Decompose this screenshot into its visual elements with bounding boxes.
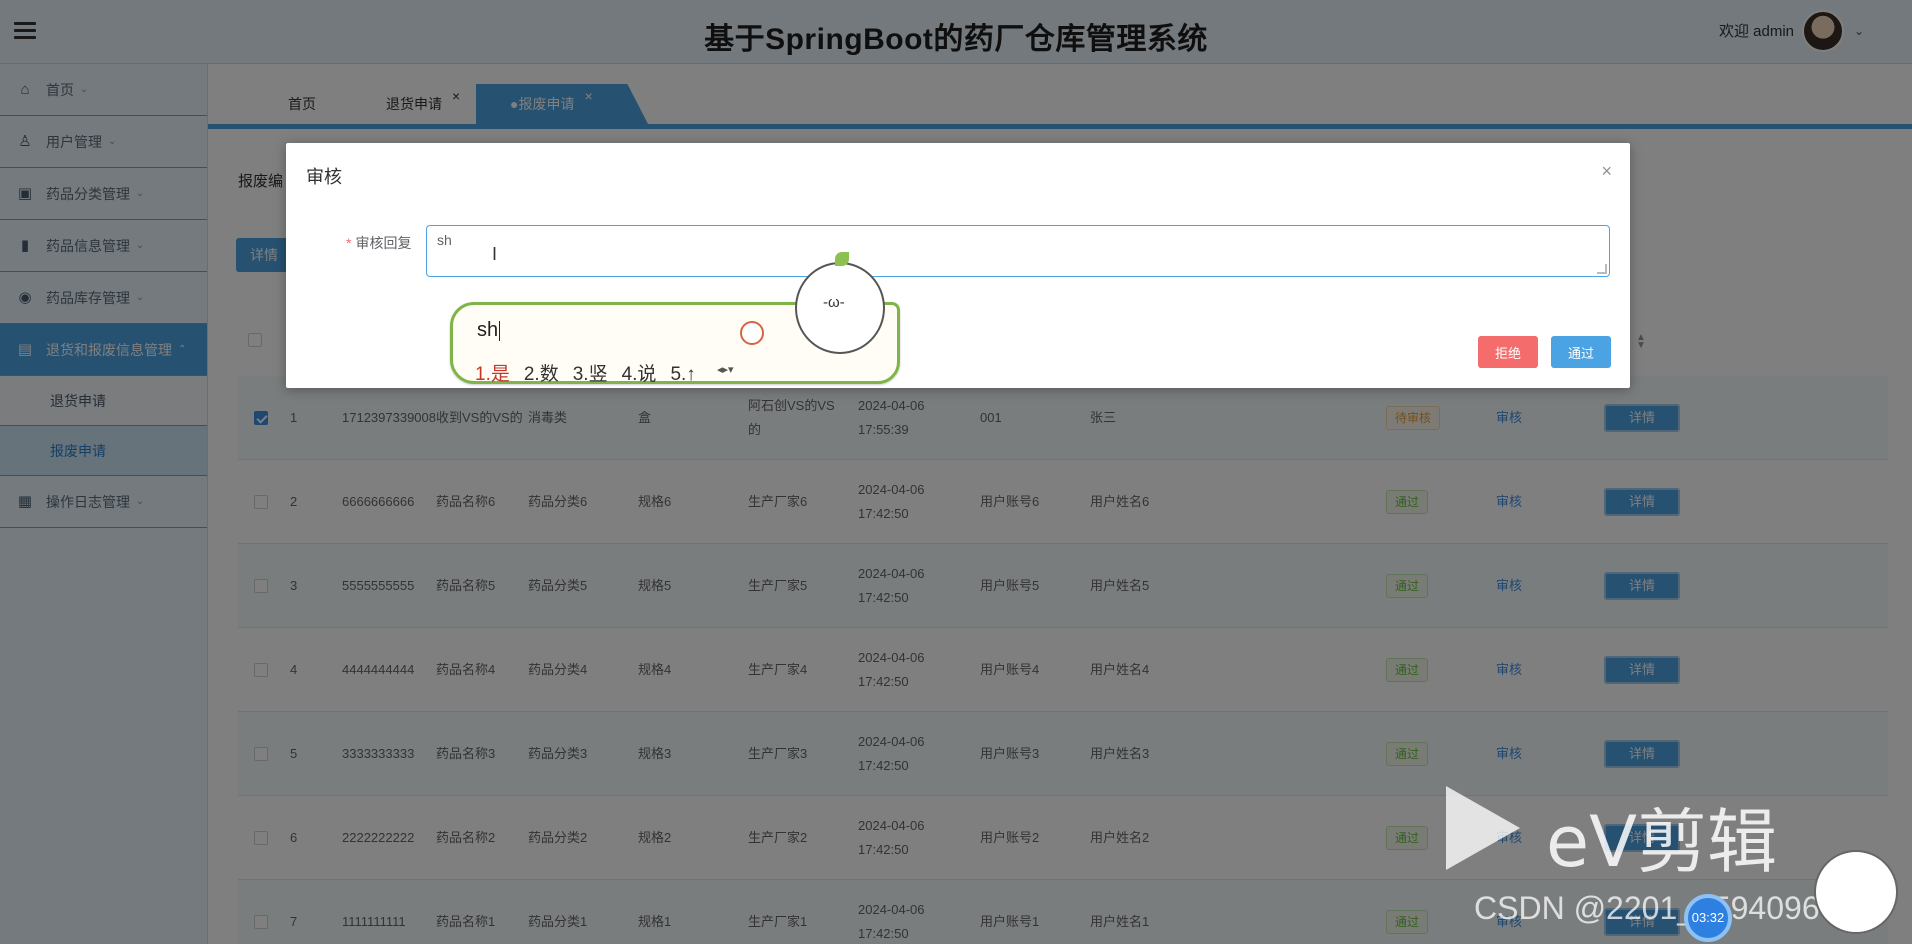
approve-button[interactable]: 通过 [1551,336,1611,368]
dialog-title: 审核 [306,167,342,187]
ime-candidate[interactable]: 3.竖 [573,364,608,385]
ime-candidates: 1.是 2.数 3.竖 4.说 5.↑ [475,359,710,386]
reject-button[interactable]: 拒绝 [1478,336,1538,368]
required-mark: * [346,235,352,251]
corner-mascot-icon [1814,850,1898,934]
close-icon[interactable]: × [1601,161,1612,182]
ime-candidate[interactable]: 2.数 [524,364,559,385]
ime-candidate[interactable]: 5.↑ [670,364,695,385]
ime-candidate[interactable]: 1.是 [475,364,510,385]
play-logo-icon [1446,786,1520,870]
audit-reply-input[interactable]: sh [426,225,1610,277]
ime-candidate[interactable]: 4.说 [622,364,657,385]
ime-page-arrows-icon[interactable]: ◂▸▾ [717,363,734,376]
ime-mascot-icon: -ω- [795,252,885,354]
mascot-face-icon: -ω- [823,294,845,311]
field-label-text: 审核回复 [355,235,412,251]
text-cursor-icon: I [492,244,498,264]
audit-reply-label: * 审核回复 [346,233,411,253]
watermark-csdn: CSDN @2201_75940964 [1474,890,1838,926]
floating-clock[interactable]: 03:32 [1684,894,1732,942]
ime-emoji-icon[interactable] [740,321,764,345]
watermark-brand: eV剪辑 [1546,801,1777,883]
ime-composition: sh [477,319,499,341]
resize-handle-icon[interactable] [1597,264,1607,274]
app-root: 基于SpringBoot的药厂仓库管理系统 欢迎 admin ⌄ ⌂ 首页 ⌄ … [0,0,1912,944]
